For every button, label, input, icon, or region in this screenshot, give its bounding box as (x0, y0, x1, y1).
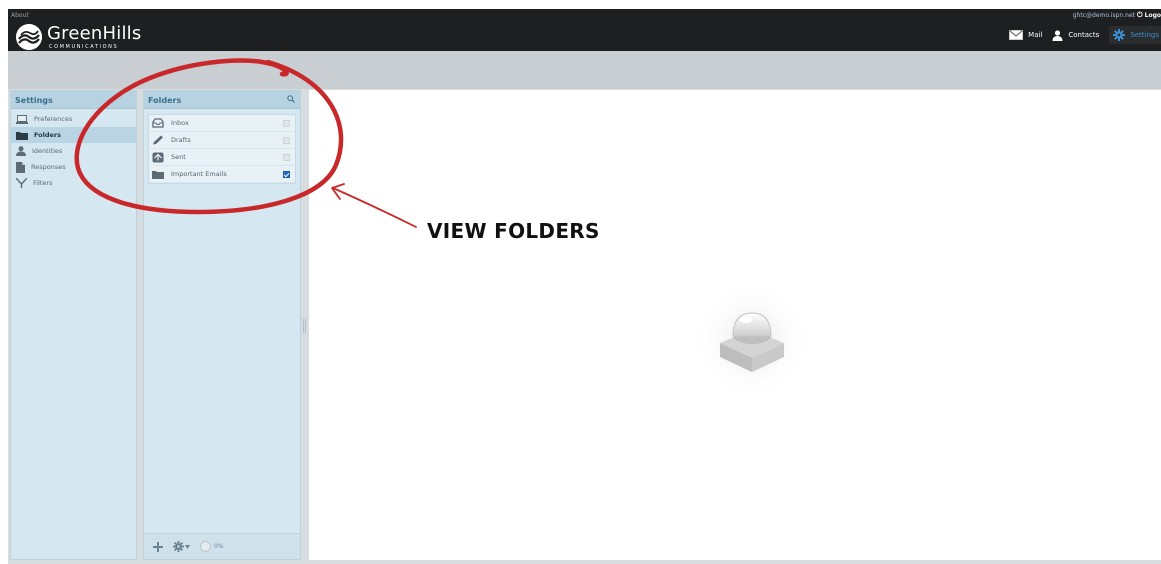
pencil-icon (153, 135, 163, 145)
settings-sidebar: Settings Preferences Folders Identities … (10, 90, 137, 560)
content-frame: Settings Preferences Folders Identities … (8, 89, 1161, 564)
sent-icon (152, 152, 164, 162)
folder-row-important-emails[interactable]: Important Emails (149, 166, 295, 183)
settings-item-label: Preferences (34, 115, 73, 123)
nav-contacts[interactable]: Contacts (1052, 29, 1100, 41)
quota-circle-icon (200, 541, 211, 552)
power-icon: ⏻ (1136, 11, 1143, 19)
top-utility-line: About ghtc@demo.ispn.net ⏻ Logo (8, 9, 1161, 22)
brand-logo: GreenHills COMMUNICATIONS (16, 23, 152, 51)
search-icon[interactable] (287, 95, 296, 105)
settings-item-label: Filters (33, 179, 53, 187)
folders-panel: Folders Inbox Drafts Sent Important Emai… (143, 90, 301, 560)
nav-mail-label: Mail (1028, 31, 1043, 39)
subscribe-checkbox-inbox (283, 120, 290, 127)
folder-actions-button[interactable] (173, 541, 190, 552)
logout-link[interactable]: ⏻ Logo (1137, 11, 1161, 20)
gear-icon (173, 541, 184, 552)
inbox-icon (152, 118, 164, 128)
main-content-area (309, 90, 1161, 560)
brand-tagline: COMMUNICATIONS (49, 44, 119, 50)
user-email: ghtc@demo.ispn.net (1072, 12, 1135, 19)
subscribe-checkbox-drafts (283, 137, 290, 144)
folder-list: Inbox Drafts Sent Important Emails (148, 114, 296, 184)
folder-icon (16, 131, 28, 140)
subscribe-checkbox-sent (283, 154, 290, 161)
panel-splitter[interactable] (301, 90, 309, 560)
quota-indicator: 0% (200, 541, 224, 552)
plus-icon (153, 541, 163, 552)
settings-header: Settings (11, 91, 136, 109)
nav-settings-label: Settings (1130, 31, 1159, 39)
settings-item-folders[interactable]: Folders (11, 127, 136, 143)
nav-contacts-label: Contacts (1068, 31, 1100, 39)
app-window: About ghtc@demo.ispn.net ⏻ Logo GreenHil… (0, 0, 1161, 564)
folders-footer: 0% (144, 533, 300, 559)
person-icon (16, 146, 26, 156)
mail-icon (1009, 30, 1024, 40)
document-icon (16, 161, 25, 173)
folder-row-drafts[interactable]: Drafts (149, 132, 295, 149)
settings-item-label: Folders (34, 131, 62, 139)
nav-mail[interactable]: Mail (1009, 30, 1042, 40)
settings-item-filters[interactable]: Filters (11, 175, 136, 191)
contacts-icon (1052, 29, 1063, 41)
settings-item-preferences[interactable]: Preferences (11, 111, 136, 127)
about-link[interactable]: About (11, 12, 29, 19)
subscribe-checkbox-important-emails[interactable] (283, 171, 290, 178)
chevron-down-icon (185, 544, 190, 549)
folder-row-inbox[interactable]: Inbox (149, 115, 295, 132)
brand-name: GreenHills (47, 23, 142, 44)
filter-icon (16, 178, 27, 188)
logo-wave-icon (16, 24, 42, 50)
settings-item-label: Identities (32, 147, 63, 155)
folder-icon (152, 170, 164, 179)
monitor-icon (16, 114, 28, 124)
annotation-label: VIEW FOLDERS (427, 219, 600, 243)
settings-nav-list: Preferences Folders Identities Responses… (11, 111, 136, 191)
folder-name: Inbox (171, 119, 189, 127)
main-nav: Mail Contacts Settings (999, 26, 1161, 44)
folder-name: Drafts (171, 136, 191, 144)
folder-row-sent[interactable]: Sent (149, 149, 295, 166)
top-bar: About ghtc@demo.ispn.net ⏻ Logo GreenHil… (8, 9, 1161, 51)
watermark-logo-icon (692, 280, 812, 400)
settings-item-label: Responses (31, 163, 66, 171)
settings-item-identities[interactable]: Identities (11, 143, 136, 159)
gear-icon (1113, 29, 1126, 41)
folder-name: Important Emails (171, 170, 227, 178)
add-folder-button[interactable] (153, 541, 163, 552)
quota-percent: 0% (214, 543, 224, 550)
splitter-grip[interactable] (303, 319, 306, 333)
folder-name: Sent (171, 153, 186, 161)
folders-header: Folders (144, 91, 300, 109)
folders-title: Folders (148, 96, 182, 105)
logout-label: Logo (1144, 12, 1161, 19)
nav-settings[interactable]: Settings (1109, 26, 1161, 44)
settings-item-responses[interactable]: Responses (11, 159, 136, 175)
toolbar-band (8, 51, 1161, 89)
